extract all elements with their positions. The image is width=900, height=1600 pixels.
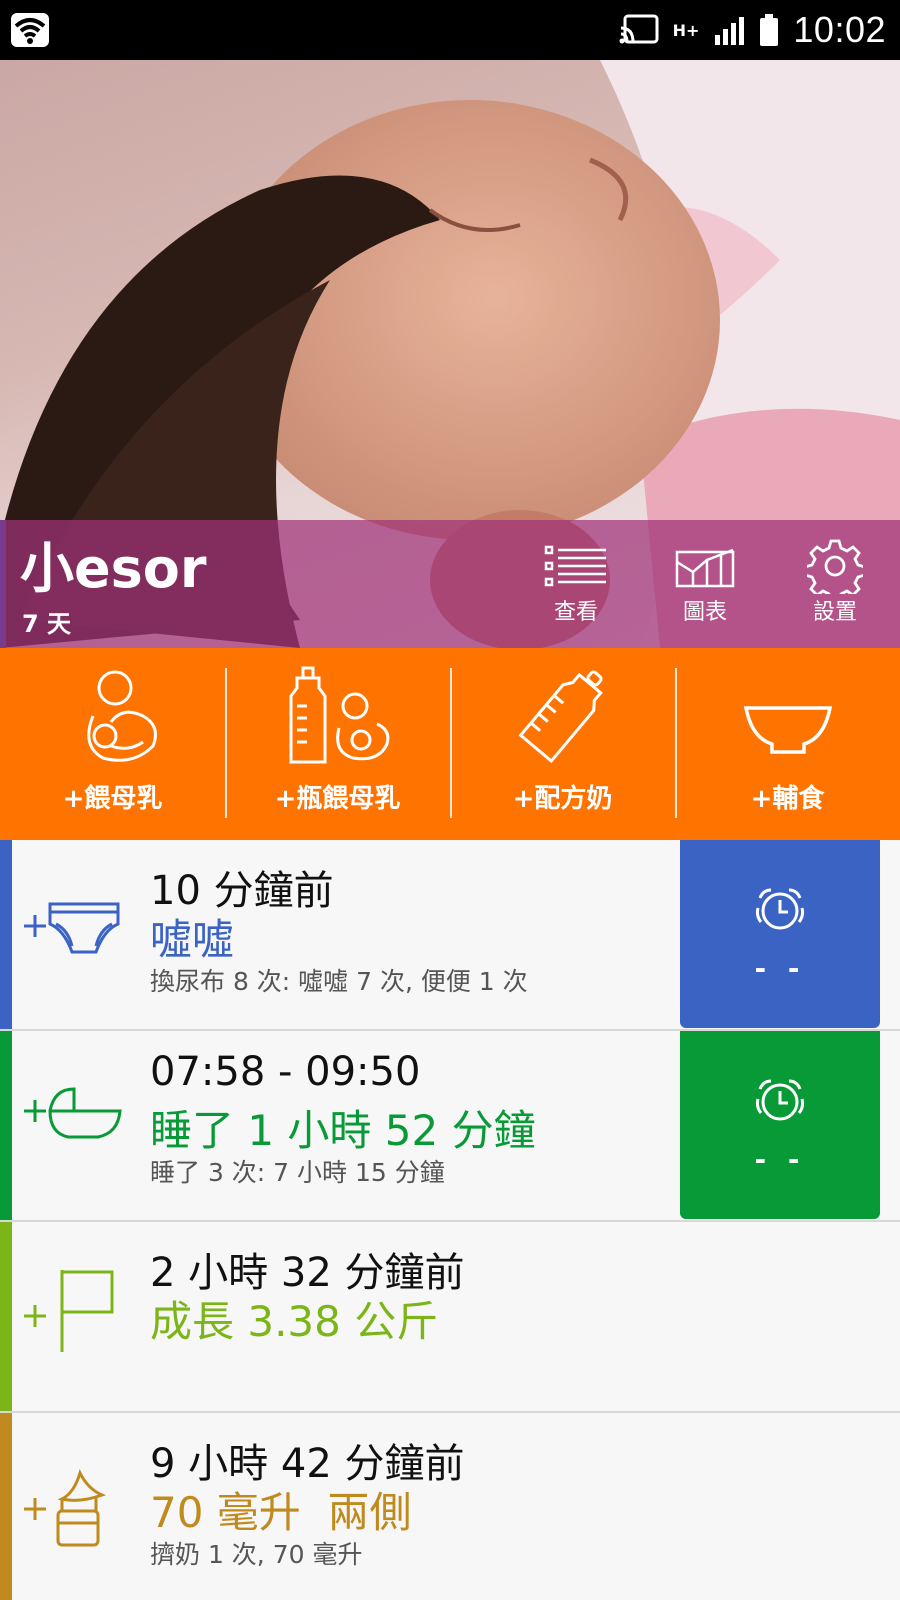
add-bottle-breastmilk-label: +瓶餵母乳 — [274, 784, 401, 814]
add-breastfeed-button[interactable]: +餵母乳 — [0, 648, 225, 840]
sleep-reminder-value: - - — [754, 1143, 806, 1176]
alarm-clock-icon — [755, 1079, 805, 1121]
chart-icon — [675, 548, 735, 588]
pump-row[interactable]: 9 小時 42 分鐘前 70 毫升 兩側 擠奶 1 次, 70 毫升 — [0, 1413, 900, 1600]
diaper-summary: 換尿布 8 次: 噓噓 7 次, 便便 1 次 — [150, 967, 528, 996]
sleep-duration: 睡了 1 小時 52 分鐘 — [150, 1106, 536, 1155]
flag-icon[interactable] — [22, 1266, 122, 1356]
signal-icon — [715, 17, 745, 45]
pump-amount: 70 毫升 兩側 — [150, 1488, 412, 1537]
add-solid-food-button[interactable]: +輔食 — [675, 648, 900, 840]
add-formula-button[interactable]: +配方奶 — [450, 648, 675, 840]
breastfeed-icon — [86, 670, 157, 762]
diaper-row[interactable]: 10 分鐘前 噓噓 換尿布 8 次: 噓噓 7 次, 便便 1 次 - - — [0, 840, 900, 1031]
sleep-color-bar — [0, 1031, 12, 1220]
chart-label: 圖表 — [682, 600, 727, 625]
cast-icon — [619, 14, 659, 44]
view-label: 查看 — [553, 600, 598, 625]
diaper-reminder-button[interactable]: - - — [680, 840, 880, 1028]
bassinet-icon[interactable] — [22, 1081, 122, 1151]
battery-icon — [760, 14, 779, 46]
settings-button[interactable]: 設置 — [785, 539, 885, 634]
sleep-row[interactable]: 07:58 - 09:50 睡了 1 小時 52 分鐘 睡了 3 次: 7 小時… — [0, 1031, 900, 1222]
growth-color-bar — [0, 1222, 12, 1411]
status-bar: H+ 10:02 — [0, 0, 900, 60]
quick-actions-bar: +餵母乳 +瓶餵母乳 +配方奶 +輔食 — [0, 648, 900, 840]
wifi-icon — [11, 13, 49, 47]
list-icon — [544, 545, 606, 587]
diaper-color-bar — [0, 840, 12, 1029]
pump-summary: 擠奶 1 次, 70 毫升 — [150, 1540, 363, 1569]
add-breastfeed-label: +餵母乳 — [62, 784, 163, 814]
baby-age: 7 天 — [22, 610, 72, 638]
diaper-type: 噓噓 — [150, 915, 235, 964]
growth-weight: 成長 3.38 公斤 — [150, 1297, 439, 1346]
settings-label: 設置 — [812, 600, 857, 625]
network-type: H+ — [672, 20, 700, 40]
baby-name[interactable]: 小esor — [20, 542, 207, 596]
view-button[interactable]: 查看 — [526, 544, 626, 634]
diaper-reminder-value: - - — [754, 952, 806, 985]
sleep-reminder-button[interactable]: - - — [680, 1031, 880, 1219]
alarm-clock-icon — [755, 888, 805, 930]
diaper-icon[interactable] — [22, 890, 122, 960]
sleep-summary: 睡了 3 次: 7 小時 15 分鐘 — [150, 1158, 445, 1187]
chart-button[interactable]: 圖表 — [655, 544, 755, 634]
baby-header: 小esor 7 天 查看 圖表 設置 — [0, 520, 900, 648]
breast-pump-icon[interactable] — [22, 1469, 122, 1549]
add-bottle-breastmilk-button[interactable]: +瓶餵母乳 — [225, 648, 450, 840]
gear-icon — [807, 539, 863, 594]
bottle-breastmilk-icon — [289, 666, 389, 764]
bowl-icon — [743, 706, 832, 754]
formula-bottle-icon — [518, 670, 603, 764]
add-formula-label: +配方奶 — [512, 784, 613, 814]
add-solid-food-label: +輔食 — [750, 784, 825, 814]
pump-color-bar — [0, 1413, 12, 1600]
sleep-time-range: 07:58 - 09:50 — [150, 1049, 421, 1095]
profile-color-strip — [0, 520, 6, 648]
clock: 10:02 — [793, 9, 886, 50]
growth-row[interactable]: 2 小時 32 分鐘前 成長 3.38 公斤 — [0, 1222, 900, 1413]
